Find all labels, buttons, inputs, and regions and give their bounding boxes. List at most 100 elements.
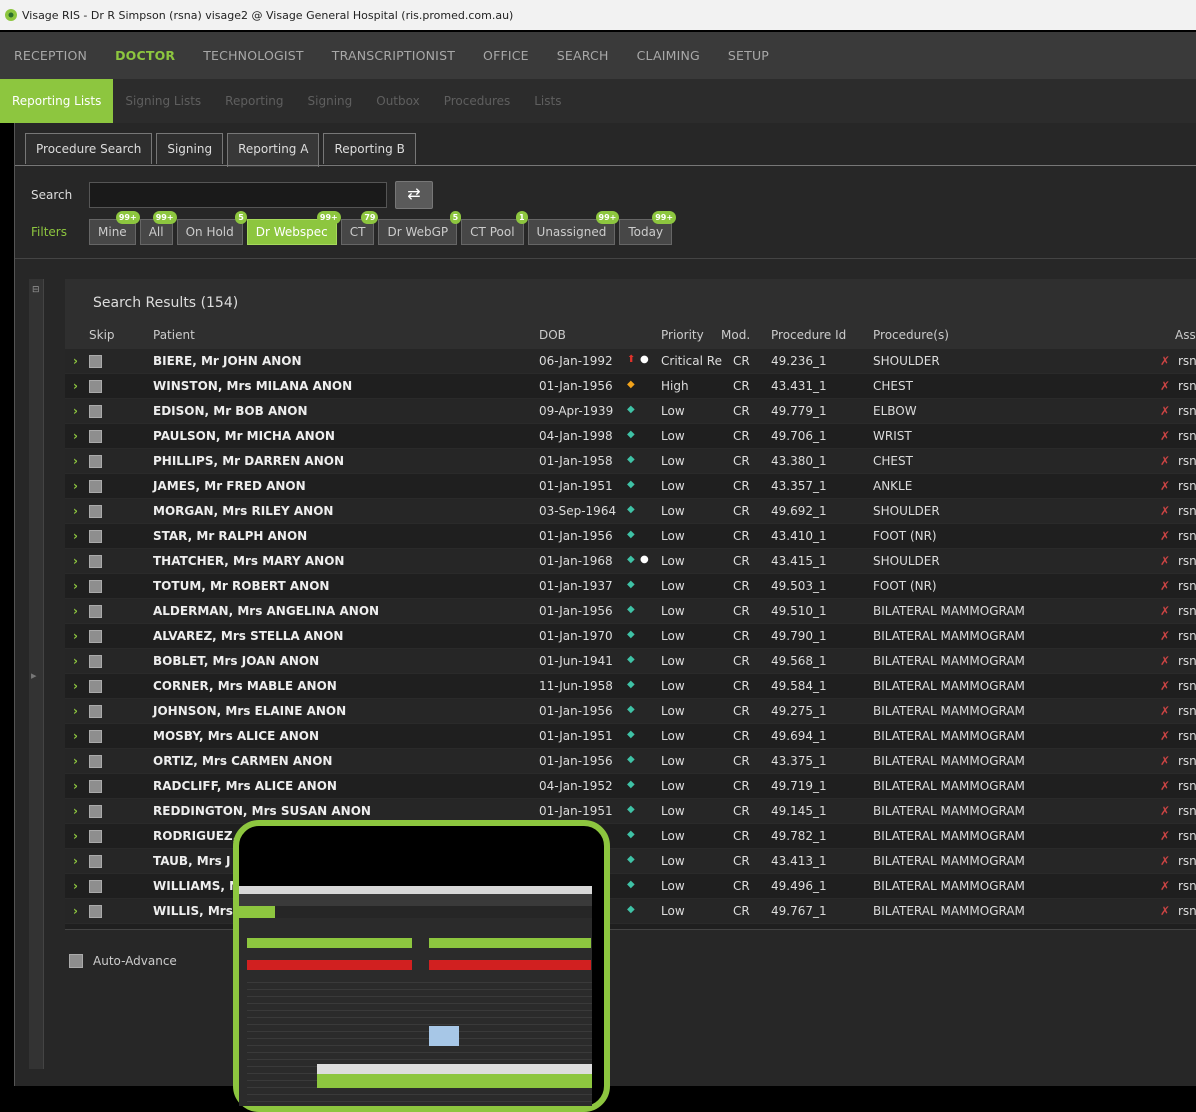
auto-advance-checkbox[interactable] bbox=[69, 954, 83, 968]
table-row[interactable]: › BIERE, Mr JOHN ANON 06-Jan-1992 ⬆ ● Critica… bbox=[65, 349, 1196, 374]
skip-checkbox[interactable] bbox=[89, 655, 102, 668]
table-row[interactable]: › ORTIZ, Mrs CARMEN ANON 01-Jan-1956 ◆ Low CR… bbox=[65, 749, 1196, 774]
table-row[interactable]: › MOSBY, Mrs ALICE ANON 01-Jan-1951 ◆ Low CR 4… bbox=[65, 724, 1196, 749]
expand-row-chevron-icon[interactable]: › bbox=[73, 404, 78, 418]
main-nav-setup[interactable]: SETUP bbox=[714, 48, 769, 63]
assign-icon[interactable]: ✗ bbox=[1160, 579, 1170, 593]
skip-checkbox[interactable] bbox=[89, 530, 102, 543]
expand-row-chevron-icon[interactable]: › bbox=[73, 654, 78, 668]
main-nav-search[interactable]: SEARCH bbox=[543, 48, 609, 63]
skip-checkbox[interactable] bbox=[89, 805, 102, 818]
assign-icon[interactable]: ✗ bbox=[1160, 754, 1170, 768]
filter-unassigned[interactable]: Unassigned 99+ bbox=[527, 211, 620, 245]
table-row[interactable]: › PHILLIPS, Mr DARREN ANON 01-Jan-1958 ◆ Low… bbox=[65, 449, 1196, 474]
col-skip[interactable]: Skip bbox=[89, 328, 115, 342]
tab-procedure-search[interactable]: Procedure Search bbox=[25, 133, 153, 164]
skip-checkbox[interactable] bbox=[89, 905, 102, 918]
filter-today[interactable]: Today 99+ bbox=[619, 211, 677, 245]
expand-row-chevron-icon[interactable]: › bbox=[73, 479, 78, 493]
filter-dr-webgp[interactable]: Dr WebGP 5 bbox=[378, 211, 462, 245]
table-row[interactable]: › CORNER, Mrs MABLE ANON 11-Jun-1958 ◆ Low CR… bbox=[65, 674, 1196, 699]
col-procedure-id[interactable]: Procedure Id bbox=[771, 328, 846, 342]
assign-icon[interactable]: ✗ bbox=[1160, 404, 1170, 418]
table-row[interactable]: › WINSTON, Mrs MILANA ANON 01-Jan-1956 ◆ Hig… bbox=[65, 374, 1196, 399]
skip-checkbox[interactable] bbox=[89, 605, 102, 618]
expand-row-chevron-icon[interactable]: › bbox=[73, 829, 78, 843]
table-row[interactable]: › REDDINGTON, Mrs SUSAN ANON 01-Jan-1951 ◆ L… bbox=[65, 799, 1196, 824]
table-row[interactable]: › ALDERMAN, Mrs ANGELINA ANON 01-Jan-1956 ◆… bbox=[65, 599, 1196, 624]
filter-on-hold[interactable]: On Hold 5 bbox=[176, 211, 247, 245]
assign-icon[interactable]: ✗ bbox=[1160, 429, 1170, 443]
expand-row-chevron-icon[interactable]: › bbox=[73, 904, 78, 918]
expand-row-chevron-icon[interactable]: › bbox=[73, 779, 78, 793]
assign-icon[interactable]: ✗ bbox=[1160, 729, 1170, 743]
sub-nav-signing[interactable]: Signing bbox=[296, 79, 365, 123]
assign-icon[interactable]: ✗ bbox=[1160, 704, 1170, 718]
col-priority[interactable]: Priority bbox=[661, 328, 704, 342]
collapse-strip[interactable]: ⊟ ▸ bbox=[29, 279, 44, 1069]
table-row[interactable]: › RADCLIFF, Mrs ALICE ANON 04-Jan-1952 ◆ Low… bbox=[65, 774, 1196, 799]
tab-reporting-a[interactable]: Reporting A bbox=[227, 133, 320, 167]
assign-icon[interactable]: ✗ bbox=[1160, 804, 1170, 818]
expand-row-chevron-icon[interactable]: › bbox=[73, 579, 78, 593]
search-input[interactable] bbox=[89, 182, 387, 208]
skip-checkbox[interactable] bbox=[89, 730, 102, 743]
expand-row-chevron-icon[interactable]: › bbox=[73, 804, 78, 818]
assign-icon[interactable]: ✗ bbox=[1160, 904, 1170, 918]
assign-icon[interactable]: ✗ bbox=[1160, 604, 1170, 618]
expand-row-chevron-icon[interactable]: › bbox=[73, 754, 78, 768]
skip-checkbox[interactable] bbox=[89, 555, 102, 568]
skip-checkbox[interactable] bbox=[89, 580, 102, 593]
col-patient[interactable]: Patient bbox=[153, 328, 195, 342]
skip-checkbox[interactable] bbox=[89, 680, 102, 693]
expand-row-chevron-icon[interactable]: › bbox=[73, 629, 78, 643]
skip-checkbox[interactable] bbox=[89, 780, 102, 793]
sub-nav-outbox[interactable]: Outbox bbox=[364, 79, 431, 123]
skip-checkbox[interactable] bbox=[89, 880, 102, 893]
assign-icon[interactable]: ✗ bbox=[1160, 629, 1170, 643]
expand-row-chevron-icon[interactable]: › bbox=[73, 679, 78, 693]
tab-reporting-b[interactable]: Reporting B bbox=[323, 133, 416, 164]
table-row[interactable]: › EDISON, Mr BOB ANON 09-Apr-1939 ◆ Low CR 49.… bbox=[65, 399, 1196, 424]
refresh-button[interactable]: ⇄ bbox=[395, 181, 433, 209]
assign-icon[interactable]: ✗ bbox=[1160, 504, 1170, 518]
skip-checkbox[interactable] bbox=[89, 380, 102, 393]
skip-checkbox[interactable] bbox=[89, 855, 102, 868]
assign-icon[interactable]: ✗ bbox=[1160, 829, 1170, 843]
expand-row-chevron-icon[interactable]: › bbox=[73, 529, 78, 543]
expand-row-chevron-icon[interactable]: › bbox=[73, 854, 78, 868]
sub-nav-lists[interactable]: Lists bbox=[522, 79, 573, 123]
tab-signing[interactable]: Signing bbox=[156, 133, 224, 164]
expand-row-chevron-icon[interactable]: › bbox=[73, 604, 78, 618]
expand-row-chevron-icon[interactable]: › bbox=[73, 454, 78, 468]
main-nav-technologist[interactable]: TECHNOLOGIST bbox=[189, 48, 304, 63]
skip-checkbox[interactable] bbox=[89, 705, 102, 718]
filter-mine[interactable]: Mine 99+ bbox=[89, 211, 140, 245]
table-row[interactable]: › JAMES, Mr FRED ANON 01-Jan-1951 ◆ Low CR 43.… bbox=[65, 474, 1196, 499]
sub-nav-signing-lists[interactable]: Signing Lists bbox=[113, 79, 213, 123]
expand-row-chevron-icon[interactable]: › bbox=[73, 504, 78, 518]
skip-checkbox[interactable] bbox=[89, 355, 102, 368]
expand-row-chevron-icon[interactable]: › bbox=[73, 429, 78, 443]
comment-icon[interactable]: ● bbox=[640, 554, 649, 565]
skip-checkbox[interactable] bbox=[89, 630, 102, 643]
main-nav-office[interactable]: OFFICE bbox=[469, 48, 529, 63]
assign-icon[interactable]: ✗ bbox=[1160, 654, 1170, 668]
main-nav-reception[interactable]: RECEPTION bbox=[0, 48, 87, 63]
col-mod[interactable]: Mod. bbox=[721, 328, 750, 342]
table-row[interactable]: › MORGAN, Mrs RILEY ANON 03-Sep-1964 ◆ Low CR… bbox=[65, 499, 1196, 524]
assign-icon[interactable]: ✗ bbox=[1160, 529, 1170, 543]
skip-checkbox[interactable] bbox=[89, 480, 102, 493]
assign-icon[interactable]: ✗ bbox=[1160, 554, 1170, 568]
col-dob[interactable]: DOB bbox=[539, 328, 566, 342]
table-row[interactable]: › JOHNSON, Mrs ELAINE ANON 01-Jan-1956 ◆ Low… bbox=[65, 699, 1196, 724]
expand-row-chevron-icon[interactable]: › bbox=[73, 354, 78, 368]
table-row[interactable]: › PAULSON, Mr MICHA ANON 04-Jan-1998 ◆ Low CR… bbox=[65, 424, 1196, 449]
skip-checkbox[interactable] bbox=[89, 830, 102, 843]
skip-checkbox[interactable] bbox=[89, 755, 102, 768]
assign-icon[interactable]: ✗ bbox=[1160, 379, 1170, 393]
assign-icon[interactable]: ✗ bbox=[1160, 679, 1170, 693]
assign-icon[interactable]: ✗ bbox=[1160, 854, 1170, 868]
expand-row-chevron-icon[interactable]: › bbox=[73, 554, 78, 568]
sub-nav-reporting[interactable]: Reporting bbox=[213, 79, 295, 123]
